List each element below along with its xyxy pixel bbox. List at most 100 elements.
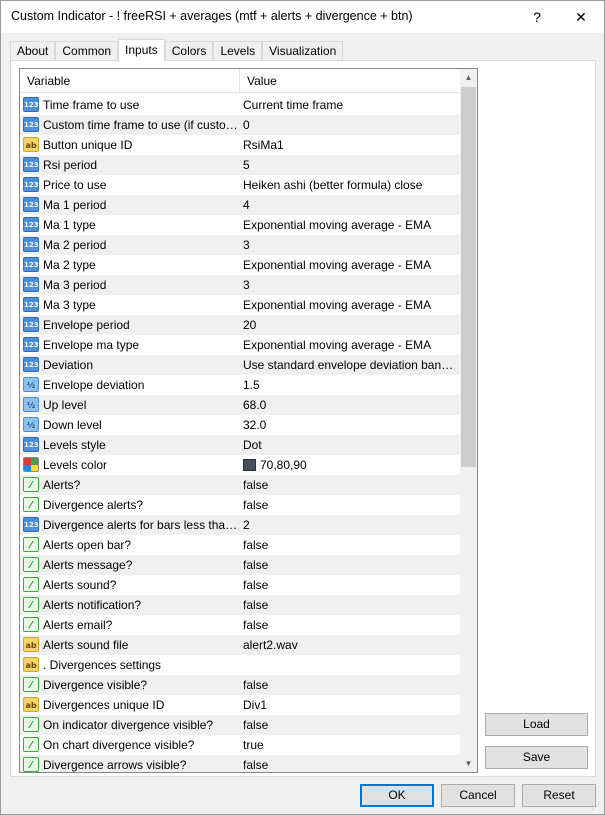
- grid-row[interactable]: ½ Envelope deviation 1.5: [20, 375, 460, 395]
- grid-row[interactable]: Levels color 70,80,90: [20, 455, 460, 475]
- grid-row[interactable]: ⁄ Alerts notification? false: [20, 595, 460, 615]
- grid-row[interactable]: 123 Divergence alerts for bars less than …: [20, 515, 460, 535]
- value-cell[interactable]: false: [243, 595, 457, 615]
- column-header-variable[interactable]: Variable: [20, 69, 240, 93]
- help-button[interactable]: ?: [515, 1, 559, 33]
- save-button[interactable]: Save: [485, 746, 588, 769]
- value-cell[interactable]: 1.5: [243, 375, 457, 395]
- grid-row[interactable]: 123 Ma 3 type Exponential moving average -…: [20, 295, 460, 315]
- int-icon: 123: [23, 117, 39, 132]
- grid-row[interactable]: 123 Deviation Use standard envelope deviat…: [20, 355, 460, 375]
- variable-cell: Divergences unique ID: [43, 698, 165, 712]
- value-cell[interactable]: false: [243, 475, 457, 495]
- grid-row[interactable]: ⁄ Divergence arrows visible? false: [20, 755, 460, 772]
- tab-colors[interactable]: Colors: [164, 41, 214, 62]
- variable-cell: Ma 2 period: [43, 238, 107, 252]
- value-cell[interactable]: false: [243, 755, 457, 772]
- close-button[interactable]: ✕: [559, 1, 603, 33]
- grid-row[interactable]: 123 Ma 2 type Exponential moving average -…: [20, 255, 460, 275]
- value-cell[interactable]: false: [243, 535, 457, 555]
- grid-row[interactable]: 123 Envelope period 20: [20, 315, 460, 335]
- variable-cell: Levels style: [43, 438, 106, 452]
- value-cell[interactable]: 3: [243, 235, 457, 255]
- custom-indicator-dialog: Custom Indicator - ! freeRSI + averages …: [0, 0, 605, 815]
- grid-row[interactable]: ½ Down level 32.0: [20, 415, 460, 435]
- grid-row[interactable]: 123 Ma 1 period 4: [20, 195, 460, 215]
- grid-row[interactable]: ⁄ Alerts sound? false: [20, 575, 460, 595]
- bool-icon: ⁄: [23, 557, 39, 572]
- cancel-button[interactable]: Cancel: [441, 784, 515, 807]
- inputs-grid[interactable]: Variable Value 123 Time frame to use Curre…: [19, 68, 478, 773]
- scroll-thumb[interactable]: [461, 87, 476, 467]
- grid-row[interactable]: ⁄ Alerts message? false: [20, 555, 460, 575]
- grid-row[interactable]: ½ Up level 68.0: [20, 395, 460, 415]
- tab-levels[interactable]: Levels: [213, 41, 263, 62]
- value-cell[interactable]: 32.0: [243, 415, 457, 435]
- value-cell[interactable]: 70,80,90: [243, 455, 457, 475]
- value-cell[interactable]: false: [243, 555, 457, 575]
- bool-icon: ⁄: [23, 477, 39, 492]
- value-cell[interactable]: Current time frame: [243, 95, 457, 115]
- load-button[interactable]: Load: [485, 713, 588, 736]
- grid-row[interactable]: 123 Price to use Heiken ashi (better formu…: [20, 175, 460, 195]
- value-cell[interactable]: Exponential moving average - EMA: [243, 295, 457, 315]
- int-icon: 123: [23, 337, 39, 352]
- value-cell[interactable]: false: [243, 495, 457, 515]
- tab-visualization[interactable]: Visualization: [262, 41, 344, 62]
- value-cell[interactable]: Exponential moving average - EMA: [243, 335, 457, 355]
- grid-row[interactable]: ab . Divergences settings: [20, 655, 460, 675]
- value-cell[interactable]: RsiMa1: [243, 135, 457, 155]
- value-cell[interactable]: Heiken ashi (better formula) close: [243, 175, 457, 195]
- grid-row[interactable]: ⁄ Divergence visible? false: [20, 675, 460, 695]
- grid-row[interactable]: 123 Levels style Dot: [20, 435, 460, 455]
- grid-row[interactable]: 123 Custom time frame to use (if custom t…: [20, 115, 460, 135]
- variable-cell: Ma 2 type: [43, 258, 96, 272]
- ok-button[interactable]: OK: [360, 784, 434, 807]
- grid-row[interactable]: ab Alerts sound file alert2.wav: [20, 635, 460, 655]
- grid-row[interactable]: 123 Ma 1 type Exponential moving average -…: [20, 215, 460, 235]
- scroll-up-icon[interactable]: ▲: [460, 69, 477, 86]
- value-cell[interactable]: false: [243, 715, 457, 735]
- grid-row[interactable]: 123 Ma 3 period 3: [20, 275, 460, 295]
- resize-grip-icon[interactable]: ⋰: [592, 802, 602, 812]
- value-cell[interactable]: false: [243, 575, 457, 595]
- grid-row[interactable]: ab Divergences unique ID Div1: [20, 695, 460, 715]
- value-cell[interactable]: 20: [243, 315, 457, 335]
- grid-row[interactable]: 123 Rsi period 5: [20, 155, 460, 175]
- grid-row[interactable]: 123 Ma 2 period 3: [20, 235, 460, 255]
- value-cell[interactable]: false: [243, 615, 457, 635]
- grid-row[interactable]: ⁄ On chart divergence visible? true: [20, 735, 460, 755]
- value-cell[interactable]: Use standard envelope deviation bands di…: [243, 355, 457, 375]
- value-cell[interactable]: 2: [243, 515, 457, 535]
- grid-row[interactable]: ⁄ Alerts open bar? false: [20, 535, 460, 555]
- grid-row[interactable]: ⁄ Alerts email? false: [20, 615, 460, 635]
- reset-button[interactable]: Reset: [522, 784, 596, 807]
- scroll-down-icon[interactable]: ▼: [460, 755, 477, 772]
- value-cell[interactable]: 4: [243, 195, 457, 215]
- grid-row[interactable]: ⁄ Alerts? false: [20, 475, 460, 495]
- value-cell[interactable]: 5: [243, 155, 457, 175]
- column-header-value[interactable]: Value: [240, 69, 460, 93]
- value-cell[interactable]: 3: [243, 275, 457, 295]
- value-cell[interactable]: alert2.wav: [243, 635, 457, 655]
- int-icon: 123: [23, 297, 39, 312]
- color-swatch[interactable]: [243, 459, 256, 471]
- tab-about[interactable]: About: [10, 41, 56, 62]
- value-cell[interactable]: Div1: [243, 695, 457, 715]
- value-cell[interactable]: [243, 655, 457, 675]
- grid-row[interactable]: 123 Envelope ma type Exponential moving av…: [20, 335, 460, 355]
- value-cell[interactable]: Exponential moving average - EMA: [243, 255, 457, 275]
- value-cell[interactable]: false: [243, 675, 457, 695]
- tab-inputs[interactable]: Inputs: [118, 39, 165, 62]
- grid-row[interactable]: ⁄ On indicator divergence visible? false: [20, 715, 460, 735]
- value-cell[interactable]: Dot: [243, 435, 457, 455]
- value-cell[interactable]: 68.0: [243, 395, 457, 415]
- grid-row[interactable]: ⁄ Divergence alerts? false: [20, 495, 460, 515]
- grid-row[interactable]: 123 Time frame to use Current time frame: [20, 95, 460, 115]
- tab-common[interactable]: Common: [55, 41, 119, 62]
- grid-row[interactable]: ab Button unique ID RsiMa1: [20, 135, 460, 155]
- value-cell[interactable]: 0: [243, 115, 457, 135]
- value-cell[interactable]: true: [243, 735, 457, 755]
- value-cell[interactable]: Exponential moving average - EMA: [243, 215, 457, 235]
- vertical-scrollbar[interactable]: ▲ ▼: [460, 69, 477, 772]
